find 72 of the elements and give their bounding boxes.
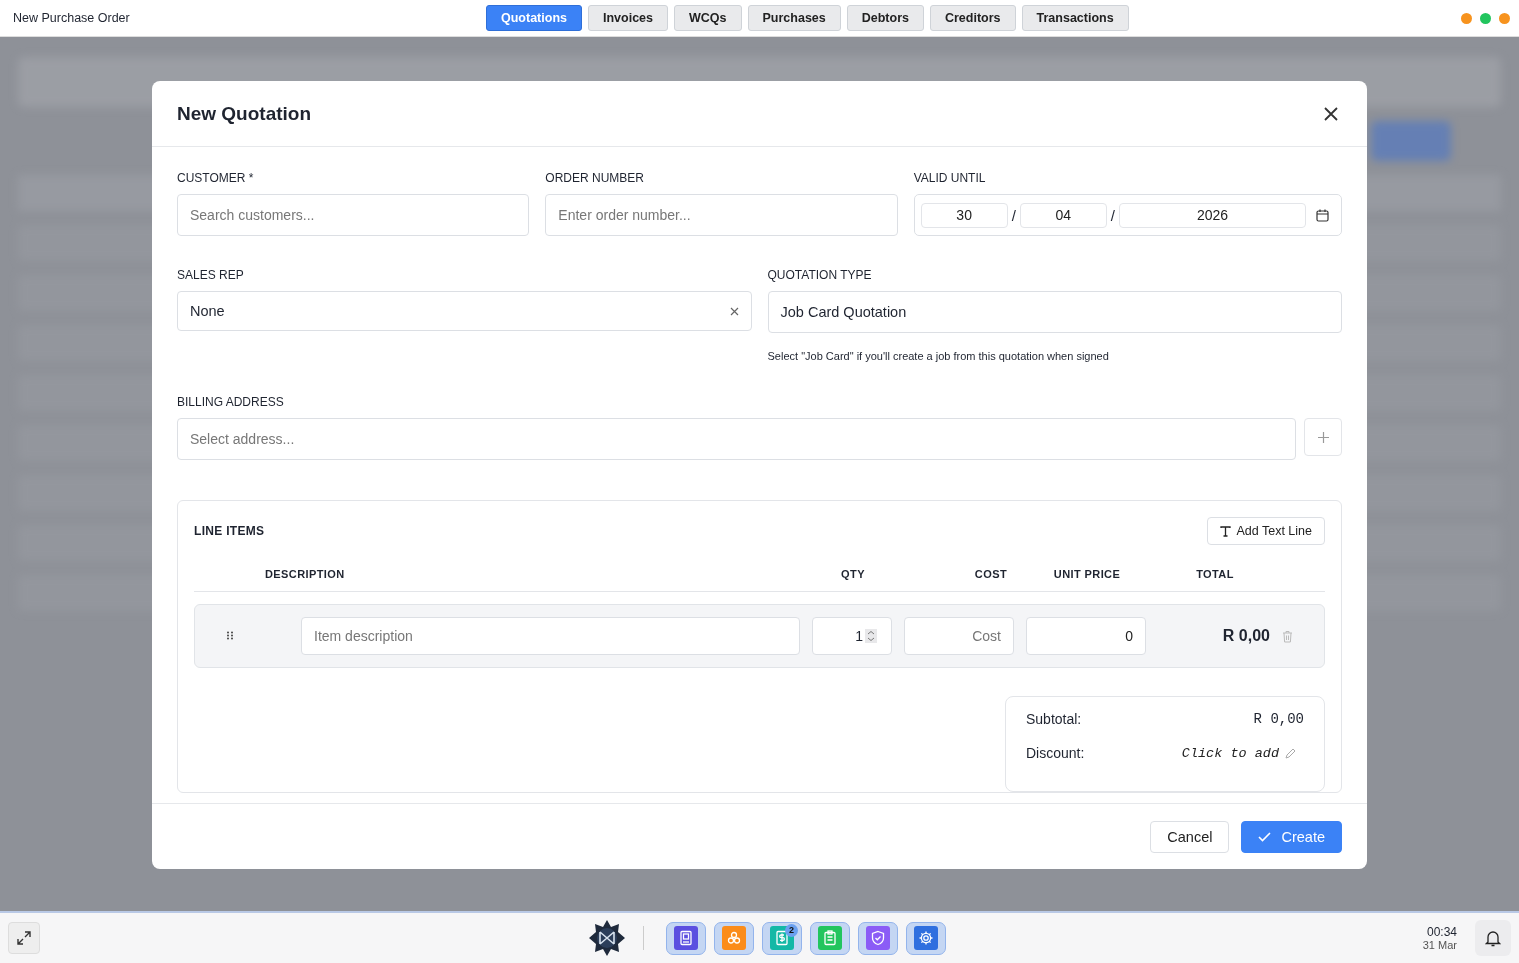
clipboard-icon <box>822 930 838 946</box>
shield-check-icon <box>870 930 886 946</box>
bell-icon[interactable] <box>1475 920 1511 956</box>
app-launcher[interactable] <box>858 921 898 955</box>
notification-badge: 2 <box>785 923 798 937</box>
address-select[interactable]: Select address... <box>177 418 1296 460</box>
expand-icon[interactable] <box>8 922 40 954</box>
field-label: VALID UNTIL <box>913 171 987 185</box>
order-number-field[interactable]: Enter order number... <box>545 194 898 236</box>
total-label: Discount: <box>1026 745 1085 761</box>
create-button[interactable]: Create <box>1241 820 1342 853</box>
clear-icon[interactable] <box>729 306 739 316</box>
column-header: QTY <box>840 568 866 580</box>
window-title: New Purchase Order <box>13 11 130 25</box>
month-field[interactable]: 04 <box>1019 202 1107 228</box>
plus-icon <box>1317 431 1329 443</box>
line-total: R 0,00 <box>1221 627 1270 645</box>
field-label: SALES REP <box>177 268 245 282</box>
quotation-type-select[interactable]: Job Card Quotation <box>767 291 1342 333</box>
subtotal-value: R 0,00 <box>1253 711 1304 727</box>
tab[interactable]: Invoices <box>587 5 668 31</box>
column-header: TOTAL <box>1195 568 1235 580</box>
field-label: BILLING ADDRESS <box>177 395 285 409</box>
app-launcher[interactable] <box>666 921 706 955</box>
cancel-button[interactable]: Cancel <box>1150 820 1230 853</box>
tab[interactable]: Debtors <box>846 5 924 31</box>
discount-link[interactable]: Click to add <box>1181 745 1304 761</box>
app-launcher[interactable]: 2 <box>762 921 802 955</box>
gear-icon <box>918 930 934 946</box>
calendar-icon[interactable] <box>1316 208 1329 222</box>
tab[interactable]: Quotations <box>486 5 582 31</box>
field-label: QUOTATION TYPE <box>767 268 873 282</box>
clock-time: 00:34 <box>1426 925 1457 939</box>
date-separator: / <box>1110 206 1115 224</box>
tab[interactable]: Transactions <box>1021 5 1129 31</box>
clock-date: 31 Mar <box>1422 939 1457 951</box>
section-title: LINE ITEMS <box>194 524 265 538</box>
stepper-icon[interactable] <box>865 629 877 643</box>
day-field[interactable]: 30 <box>920 202 1008 228</box>
boxes-icon <box>726 930 742 946</box>
date-field[interactable]: 30 / 04 / 2026 <box>913 194 1342 236</box>
contact-book-icon <box>678 930 694 946</box>
customer-search-field[interactable]: Search customers... <box>177 194 530 236</box>
app-launcher[interactable] <box>906 921 946 955</box>
tab[interactable]: Creditors <box>929 5 1016 31</box>
unit-price-field[interactable]: 0 <box>1026 617 1146 655</box>
field-hint: Select "Job Card" if you'll create a job from this quotation when signed <box>767 350 1110 362</box>
sales-rep-select[interactable]: None <box>177 291 752 331</box>
pencil-icon <box>1285 747 1296 759</box>
window-control-dot[interactable] <box>1480 12 1491 24</box>
add-text-line-button[interactable]: Add Text Line <box>1207 517 1325 545</box>
window-control-dot[interactable] <box>1461 12 1472 24</box>
drag-handle-icon[interactable] <box>227 631 233 641</box>
emblem-icon[interactable] <box>589 920 625 956</box>
check-icon <box>1258 831 1272 842</box>
text-icon <box>1220 525 1232 537</box>
column-header: UNIT PRICE <box>1052 568 1122 580</box>
dialog-title: New Quotation <box>177 102 312 125</box>
description-field[interactable]: Item description <box>301 617 800 655</box>
tab[interactable]: WCQs <box>674 5 742 31</box>
year-field[interactable]: 2026 <box>1119 202 1306 228</box>
column-header: DESCRIPTION <box>265 568 346 580</box>
cost-field[interactable]: Cost <box>904 617 1014 655</box>
dollar-document-icon <box>774 930 790 946</box>
date-separator: / <box>1011 206 1016 224</box>
tab[interactable]: Purchases <box>747 5 841 31</box>
window-control-dot[interactable] <box>1499 12 1510 24</box>
quantity-field[interactable]: 1 <box>812 617 892 655</box>
column-header: COST <box>973 568 1008 580</box>
field-label: ORDER NUMBER <box>545 171 645 185</box>
field-label: CUSTOMER * <box>177 171 255 185</box>
total-label: Subtotal: <box>1026 711 1082 727</box>
